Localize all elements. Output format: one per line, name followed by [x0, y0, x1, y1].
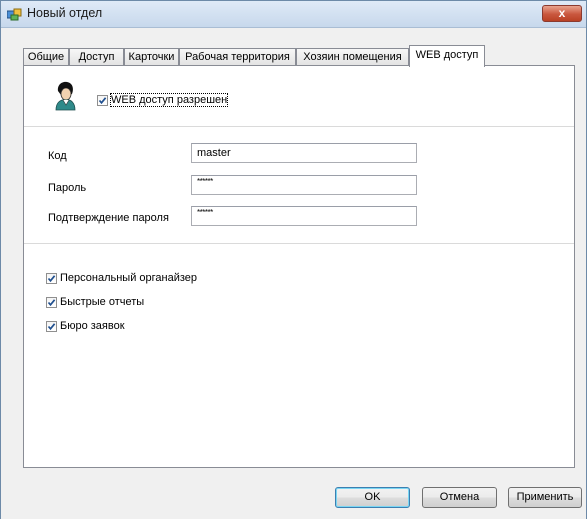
checkmark-icon	[47, 323, 56, 331]
request-bureau-label: Бюро заявок	[60, 320, 125, 332]
organizer-label: Персональный органайзер	[60, 272, 198, 284]
cancel-button[interactable]: Отмена	[422, 487, 497, 508]
password-field[interactable]: ******	[191, 175, 417, 195]
apply-button[interactable]: Применить	[508, 487, 582, 508]
checkmark-icon	[47, 275, 56, 283]
confirm-password-field[interactable]: ******	[191, 206, 417, 226]
window-title: Новый отдел	[27, 6, 103, 20]
tab-cards[interactable]: Карточки	[124, 48, 179, 66]
quick-reports-label: Быстрые отчеты	[60, 296, 145, 308]
tab-panel-web-access: WEB доступ разрешен Код master Пароль **…	[23, 65, 575, 468]
section-divider	[24, 243, 574, 244]
tab-general[interactable]: Общие	[23, 48, 69, 66]
confirm-password-label: Подтверждение пароля	[48, 212, 169, 224]
tab-web-access[interactable]: WEB доступ	[409, 45, 485, 67]
checkmark-icon	[47, 299, 56, 307]
dialog-window: Новый отдел x Общие Доступ Карточки Рабо…	[0, 0, 587, 519]
login-value: master	[197, 147, 231, 159]
web-access-enabled-label[interactable]: WEB доступ разрешен	[109, 93, 229, 107]
ok-button[interactable]: OK	[335, 487, 410, 508]
checkmark-icon	[98, 97, 107, 105]
password-label: Пароль	[48, 182, 87, 194]
button-bar	[1, 469, 586, 519]
tab-work-territory[interactable]: Рабочая территория	[179, 48, 296, 66]
close-icon: x	[558, 6, 566, 20]
tab-access[interactable]: Доступ	[69, 48, 124, 66]
department-icon	[7, 8, 22, 21]
login-field[interactable]: master	[191, 143, 417, 163]
confirm-password-value: ******	[197, 208, 213, 217]
request-bureau-checkbox[interactable]	[46, 321, 57, 332]
web-access-enabled-checkbox[interactable]	[97, 95, 108, 106]
title-bar[interactable]: Новый отдел x	[1, 1, 586, 28]
password-value: ******	[197, 177, 213, 186]
close-button[interactable]: x	[542, 5, 582, 22]
tab-room-owner[interactable]: Хозяин помещения	[296, 48, 409, 66]
user-avatar-icon	[55, 81, 76, 111]
section-divider	[24, 126, 574, 127]
quick-reports-checkbox[interactable]	[46, 297, 57, 308]
login-label: Код	[48, 150, 67, 162]
organizer-checkbox[interactable]	[46, 273, 57, 284]
